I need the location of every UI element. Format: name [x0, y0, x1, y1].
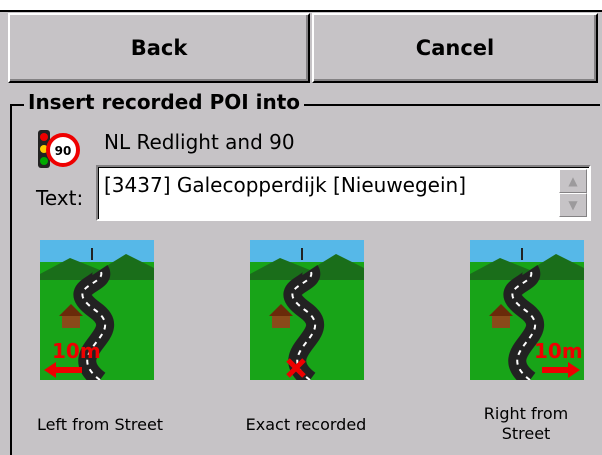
- text-value[interactable]: [3437] Galecopperdijk [Nieuwegein]: [104, 173, 466, 197]
- title-divider: [0, 10, 602, 12]
- right-from-street-button[interactable]: 10m: [470, 240, 584, 380]
- left-from-street-label: Left from Street: [36, 415, 164, 434]
- left-from-street-button[interactable]: 10m: [40, 240, 154, 380]
- exact-recorded-label: Exact recorded: [245, 415, 367, 434]
- redlight-speed-icon: 90: [38, 130, 80, 168]
- title-strip: [0, 0, 602, 10]
- right-from-street-label: Right from Street: [483, 404, 569, 443]
- speed-value: 90: [55, 144, 72, 158]
- poi-name: NL Redlight and 90: [104, 130, 295, 154]
- group-border-left: [10, 104, 12, 455]
- scroll-down-button[interactable]: ▼: [559, 193, 587, 217]
- cancel-button[interactable]: Cancel: [312, 13, 598, 83]
- exact-recorded-button[interactable]: [250, 240, 364, 380]
- chevron-up-icon: ▲: [568, 174, 578, 188]
- chevron-down-icon: ▼: [568, 198, 578, 212]
- text-field[interactable]: [3437] Galecopperdijk [Nieuwegein] ▲ ▼: [96, 165, 591, 221]
- group-title: Insert recorded POI into: [24, 90, 305, 114]
- back-button[interactable]: Back: [8, 13, 310, 83]
- text-label: Text:: [36, 186, 84, 210]
- scroll-up-button[interactable]: ▲: [559, 169, 587, 193]
- right-distance: 10m: [534, 339, 583, 363]
- left-distance: 10m: [52, 339, 101, 363]
